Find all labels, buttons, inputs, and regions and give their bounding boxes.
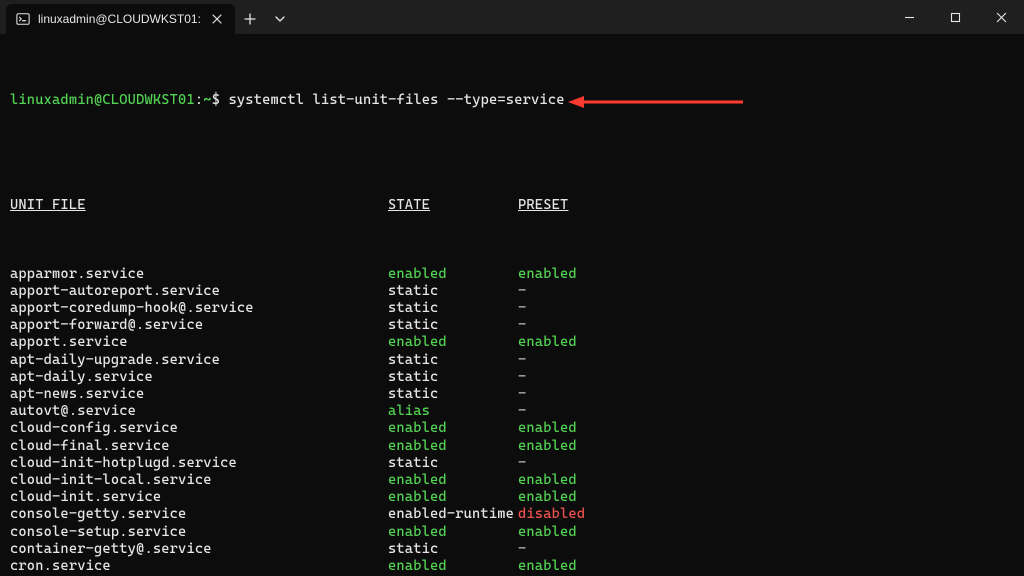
cell-preset: enabled: [518, 266, 577, 283]
cell-preset: -: [518, 369, 526, 386]
cell-state: static: [388, 300, 518, 317]
tab-title: linuxadmin@CLOUDWKST01:: [38, 12, 201, 26]
cell-unit-file: cloud-config.service: [10, 420, 388, 437]
cell-state: enabled: [388, 438, 518, 455]
tab-strip: linuxadmin@CLOUDWKST01:: [0, 0, 295, 34]
cell-preset: -: [518, 455, 526, 472]
cell-preset: enabled: [518, 334, 577, 351]
cell-state: static: [388, 283, 518, 300]
cell-preset: enabled: [518, 472, 577, 489]
table-row: cloud-config.serviceenabledenabled: [10, 420, 1014, 437]
terminal-pane[interactable]: linuxadmin@CLOUDWKST01:~$ systemctl list…: [0, 34, 1024, 576]
table-row: apparmor.serviceenabledenabled: [10, 266, 1014, 283]
cell-state: enabled: [388, 472, 518, 489]
table-row: cloud-init.serviceenabledenabled: [10, 489, 1014, 506]
new-tab-button[interactable]: [235, 4, 265, 34]
cell-unit-file: cloud-final.service: [10, 438, 388, 455]
header-preset: PRESET: [518, 197, 568, 214]
prompt-sigil: $: [212, 92, 220, 108]
cell-state: static: [388, 386, 518, 403]
tab-terminal[interactable]: linuxadmin@CLOUDWKST01:: [6, 4, 235, 34]
cell-unit-file: apport-coredump-hook@.service: [10, 300, 388, 317]
prompt-userhost: linuxadmin@CLOUDWKST01: [10, 92, 195, 108]
tab-dropdown-button[interactable]: [265, 4, 295, 34]
table-row: console-getty.serviceenabled-runtimedisa…: [10, 506, 1014, 523]
terminal-icon: [16, 12, 30, 26]
minimize-button[interactable]: [886, 0, 932, 34]
table-row: apport-forward@.servicestatic-: [10, 317, 1014, 334]
cell-unit-file: apport-forward@.service: [10, 317, 388, 334]
header-unit-file: UNIT FILE: [10, 197, 388, 214]
table-body: apparmor.serviceenabledenabledapport-aut…: [10, 266, 1014, 576]
title-bar: linuxadmin@CLOUDWKST01:: [0, 0, 1024, 34]
cell-preset: -: [518, 300, 526, 317]
tab-close-button[interactable]: [209, 11, 225, 27]
table-row: cloud-init-local.serviceenabledenabled: [10, 472, 1014, 489]
prompt-line: linuxadmin@CLOUDWKST01:~$ systemctl list…: [10, 92, 1014, 144]
table-row: cron.serviceenabledenabled: [10, 558, 1014, 575]
cell-unit-file: cloud-init.service: [10, 489, 388, 506]
cell-preset: enabled: [518, 558, 577, 575]
prompt-path: ~: [203, 92, 211, 108]
close-window-button[interactable]: [978, 0, 1024, 34]
cell-unit-file: apt-daily.service: [10, 369, 388, 386]
cell-state: static: [388, 369, 518, 386]
command-text: systemctl list-unit-files --type=service: [229, 92, 565, 108]
cell-preset: -: [518, 352, 526, 369]
table-row: apport-autoreport.servicestatic-: [10, 283, 1014, 300]
cell-state: enabled-runtime: [388, 506, 518, 523]
cell-unit-file: container-getty@.service: [10, 541, 388, 558]
table-row: cloud-final.serviceenabledenabled: [10, 438, 1014, 455]
table-row: console-setup.serviceenabledenabled: [10, 524, 1014, 541]
maximize-button[interactable]: [932, 0, 978, 34]
cell-state: enabled: [388, 266, 518, 283]
cell-state: static: [388, 352, 518, 369]
window-controls: [886, 0, 1024, 34]
cell-unit-file: apt-daily-upgrade.service: [10, 352, 388, 369]
cell-unit-file: apparmor.service: [10, 266, 388, 283]
table-row: apport.serviceenabledenabled: [10, 334, 1014, 351]
table-row: apport-coredump-hook@.servicestatic-: [10, 300, 1014, 317]
cell-preset: enabled: [518, 420, 577, 437]
cell-preset: -: [518, 403, 526, 420]
cell-state: alias: [388, 403, 518, 420]
cell-preset: -: [518, 386, 526, 403]
cell-state: static: [388, 317, 518, 334]
cell-preset: -: [518, 283, 526, 300]
annotation-arrow-icon: [568, 95, 743, 109]
table-row: apt-daily.servicestatic-: [10, 369, 1014, 386]
table-row: autovt@.servicealias-: [10, 403, 1014, 420]
cell-unit-file: console-setup.service: [10, 524, 388, 541]
table-row: apt-daily-upgrade.servicestatic-: [10, 352, 1014, 369]
table-row: cloud-init-hotplugd.servicestatic-: [10, 455, 1014, 472]
cell-preset: -: [518, 541, 526, 558]
cell-state: enabled: [388, 420, 518, 437]
cell-preset: enabled: [518, 489, 577, 506]
cell-preset: enabled: [518, 524, 577, 541]
cell-unit-file: console-getty.service: [10, 506, 388, 523]
cell-unit-file: apt-news.service: [10, 386, 388, 403]
cell-unit-file: apport-autoreport.service: [10, 283, 388, 300]
cell-state: enabled: [388, 558, 518, 575]
cell-unit-file: cloud-init-local.service: [10, 472, 388, 489]
cell-preset: disabled: [518, 506, 585, 523]
cell-state: static: [388, 455, 518, 472]
cell-state: enabled: [388, 489, 518, 506]
cell-state: enabled: [388, 334, 518, 351]
cell-unit-file: apport.service: [10, 334, 388, 351]
cell-state: static: [388, 541, 518, 558]
table-row: apt-news.servicestatic-: [10, 386, 1014, 403]
table-row: container-getty@.servicestatic-: [10, 541, 1014, 558]
header-state: STATE: [388, 197, 518, 214]
cell-unit-file: autovt@.service: [10, 403, 388, 420]
cell-state: enabled: [388, 524, 518, 541]
cell-unit-file: cloud-init-hotplugd.service: [10, 455, 388, 472]
cell-unit-file: cron.service: [10, 558, 388, 575]
cell-preset: -: [518, 317, 526, 334]
table-header-row: UNIT FILESTATEPRESET: [10, 197, 1014, 214]
cell-preset: enabled: [518, 438, 577, 455]
